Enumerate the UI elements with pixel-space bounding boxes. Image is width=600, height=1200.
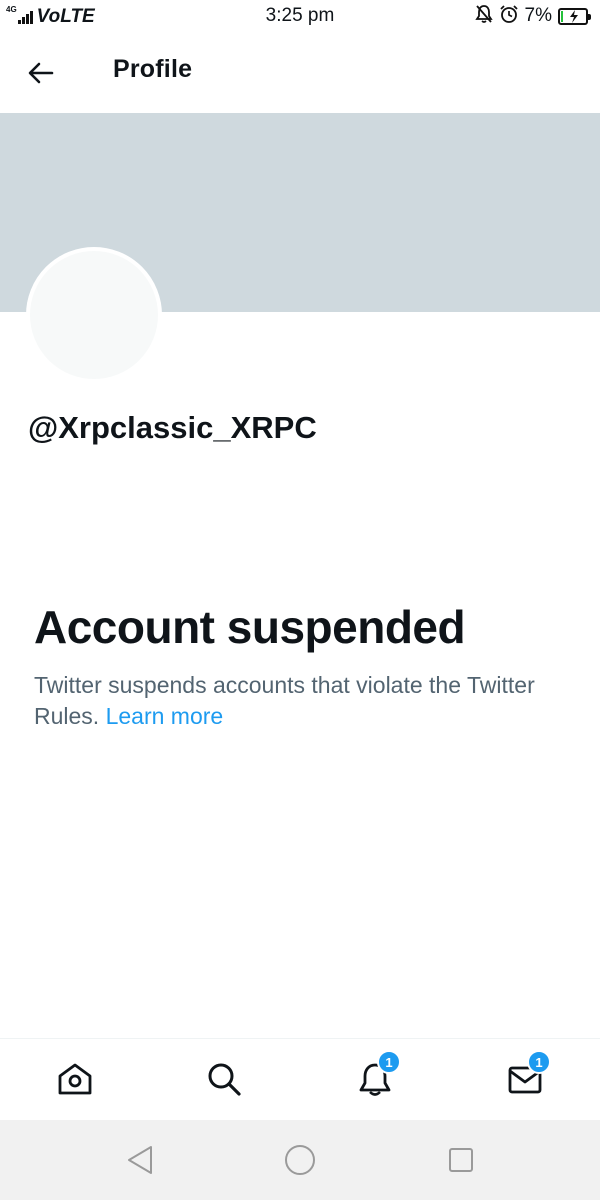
nav-messages[interactable]: 1 (503, 1050, 551, 1101)
page-title: Profile (113, 55, 193, 83)
screen: 4G VoLTE 3:25 pm 7% Profile @Xrpclassic_… (0, 0, 600, 1200)
battery-percent: 7% (524, 5, 552, 26)
search-icon (208, 1063, 241, 1096)
top-app-bar: Profile (0, 32, 600, 112)
nav-home[interactable] (53, 1057, 97, 1101)
status-right: 7% (474, 4, 591, 29)
notifications-badge: 1 (377, 1050, 401, 1074)
avatar (26, 247, 162, 383)
alarm-icon (499, 4, 519, 29)
suspension-title: Account suspended (34, 601, 466, 653)
android-back-button[interactable] (122, 1142, 158, 1178)
android-navigation-bar (0, 1120, 600, 1200)
back-button[interactable] (22, 54, 60, 92)
learn-more-link[interactable]: Learn more (106, 703, 224, 729)
android-home-button[interactable] (282, 1142, 318, 1178)
android-recents-button[interactable] (443, 1142, 479, 1178)
recents-square-icon (449, 1148, 473, 1172)
home-circle-icon (285, 1145, 315, 1175)
mute-icon (474, 4, 493, 29)
profile-handle: @Xrpclassic_XRPC (28, 410, 317, 445)
back-triangle-icon (128, 1146, 152, 1174)
arrow-left-icon (28, 62, 54, 84)
messages-badge: 1 (527, 1050, 551, 1074)
bottom-navigation: 1 1 (0, 1038, 600, 1120)
status-bar: 4G VoLTE 3:25 pm 7% (0, 0, 600, 32)
nav-notifications[interactable]: 1 (353, 1050, 401, 1101)
suspension-description: Twitter suspends accounts that violate t… (34, 670, 554, 732)
battery-fill (561, 10, 563, 22)
home-icon (58, 1063, 92, 1095)
battery-charging-icon (558, 7, 591, 25)
nav-search[interactable] (202, 1057, 246, 1101)
